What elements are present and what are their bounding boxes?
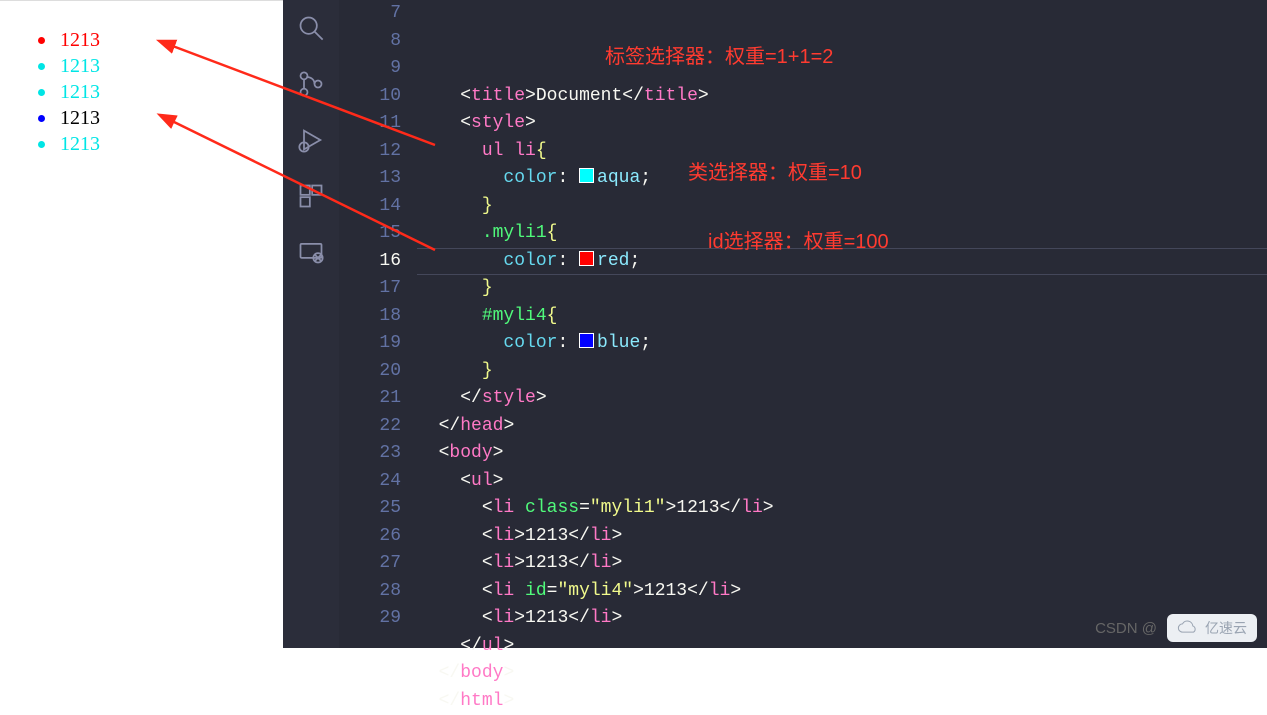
line-number: 10 <box>339 83 401 111</box>
line-number: 9 <box>339 55 401 83</box>
run-debug-icon[interactable] <box>297 126 325 154</box>
code-line[interactable]: <ul> <box>417 468 1267 496</box>
code-line[interactable]: <li>1213</li> <box>417 550 1267 578</box>
list-item: 1213 <box>28 53 283 79</box>
code-line[interactable]: </html> <box>417 688 1267 715</box>
code-line[interactable]: <body> <box>417 440 1267 468</box>
line-number: 8 <box>339 28 401 56</box>
code-line[interactable]: } <box>417 193 1267 221</box>
code-line[interactable]: <li id="myli4">1213</li> <box>417 578 1267 606</box>
browser-preview: 1213 1213 1213 1213 1213 <box>0 0 283 648</box>
line-number: 24 <box>339 468 401 496</box>
line-number: 19 <box>339 330 401 358</box>
code-line[interactable]: <li>1213</li> <box>417 523 1267 551</box>
code-line[interactable]: </body> <box>417 660 1267 688</box>
watermark-csdn: CSDN @ <box>1095 620 1157 637</box>
line-number: 22 <box>339 413 401 441</box>
line-gutter: 7891011121314151617181920212223242526272… <box>339 0 417 648</box>
line-number: 20 <box>339 358 401 386</box>
code-line[interactable]: <style> <box>417 110 1267 138</box>
line-number: 12 <box>339 138 401 166</box>
line-number: 17 <box>339 275 401 303</box>
line-number: 27 <box>339 550 401 578</box>
code-line[interactable]: ul li{ <box>417 138 1267 166</box>
line-number: 14 <box>339 193 401 221</box>
code-line[interactable]: </style> <box>417 385 1267 413</box>
code-line[interactable]: <li class="myli1">1213</li> <box>417 495 1267 523</box>
watermark: CSDN @ 亿速云 <box>1095 614 1257 642</box>
code-line[interactable]: </head> <box>417 413 1267 441</box>
line-number: 26 <box>339 523 401 551</box>
source-control-icon[interactable] <box>297 70 325 98</box>
list-item: 1213 <box>28 27 283 53</box>
activity-bar <box>283 0 339 648</box>
watermark-brand-badge: 亿速云 <box>1167 614 1257 642</box>
line-number: 29 <box>339 605 401 633</box>
line-number: 7 <box>339 0 401 28</box>
line-number: 25 <box>339 495 401 523</box>
list-item: 1213 <box>28 105 283 131</box>
search-icon[interactable] <box>297 14 325 42</box>
line-number: 16 <box>339 248 401 276</box>
line-number: 28 <box>339 578 401 606</box>
line-number: 23 <box>339 440 401 468</box>
list-item: 1213 <box>28 131 283 157</box>
code-editor[interactable]: 7891011121314151617181920212223242526272… <box>339 0 1267 648</box>
code-line[interactable]: .myli1{ <box>417 220 1267 248</box>
code-line[interactable]: <title>Document</title> <box>417 83 1267 111</box>
list-item: 1213 <box>28 79 283 105</box>
extensions-icon[interactable] <box>297 182 325 210</box>
preview-list: 1213 1213 1213 1213 1213 <box>0 27 283 157</box>
code-line[interactable]: color: blue; <box>417 330 1267 358</box>
code-line[interactable]: #myli4{ <box>417 303 1267 331</box>
line-number: 21 <box>339 385 401 413</box>
line-number: 11 <box>339 110 401 138</box>
line-number: 15 <box>339 220 401 248</box>
remote-icon[interactable] <box>297 238 325 266</box>
code-line[interactable]: } <box>417 358 1267 386</box>
line-number: 13 <box>339 165 401 193</box>
cloud-icon <box>1177 620 1199 636</box>
line-number: 18 <box>339 303 401 331</box>
code-line[interactable]: color: aqua; <box>417 165 1267 193</box>
code-line[interactable]: color: red; <box>417 248 1267 276</box>
code-line[interactable]: } <box>417 275 1267 303</box>
code-area[interactable]: <title>Document</title> <style> ul li{ c… <box>417 0 1267 648</box>
